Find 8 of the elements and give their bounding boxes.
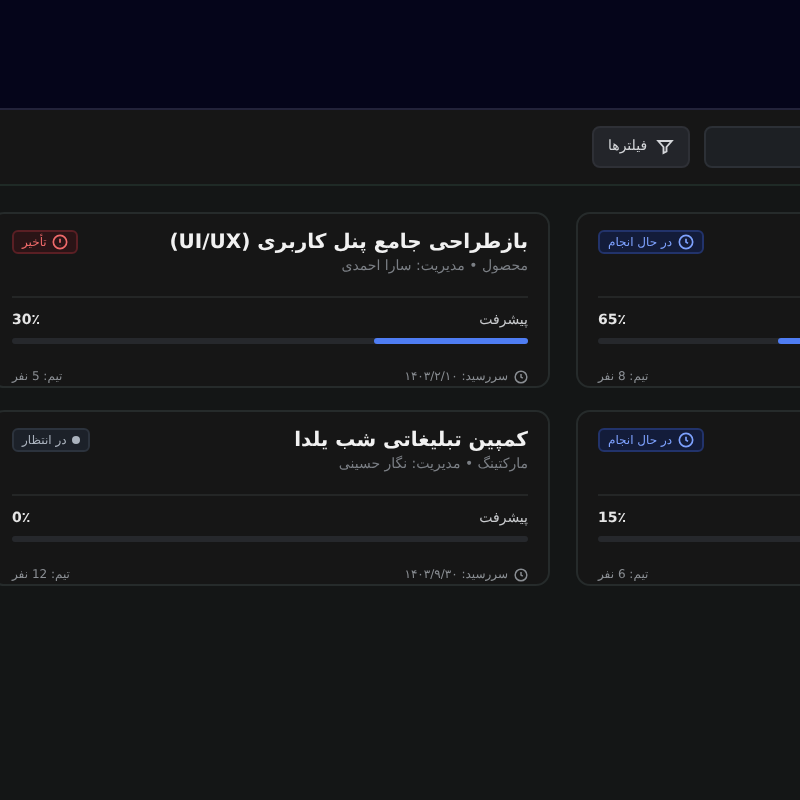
clock-icon — [514, 568, 528, 582]
clock-icon — [678, 432, 695, 448]
alert-icon — [52, 234, 69, 250]
filter-icon — [655, 138, 674, 156]
project-title: کمپین تبلیغاتی شب یلدا — [294, 428, 528, 454]
clock-icon — [678, 234, 695, 250]
project-title: بازطراحی جامع پنل کاربری (UI/UX) — [169, 230, 528, 256]
clock-icon — [514, 370, 528, 384]
